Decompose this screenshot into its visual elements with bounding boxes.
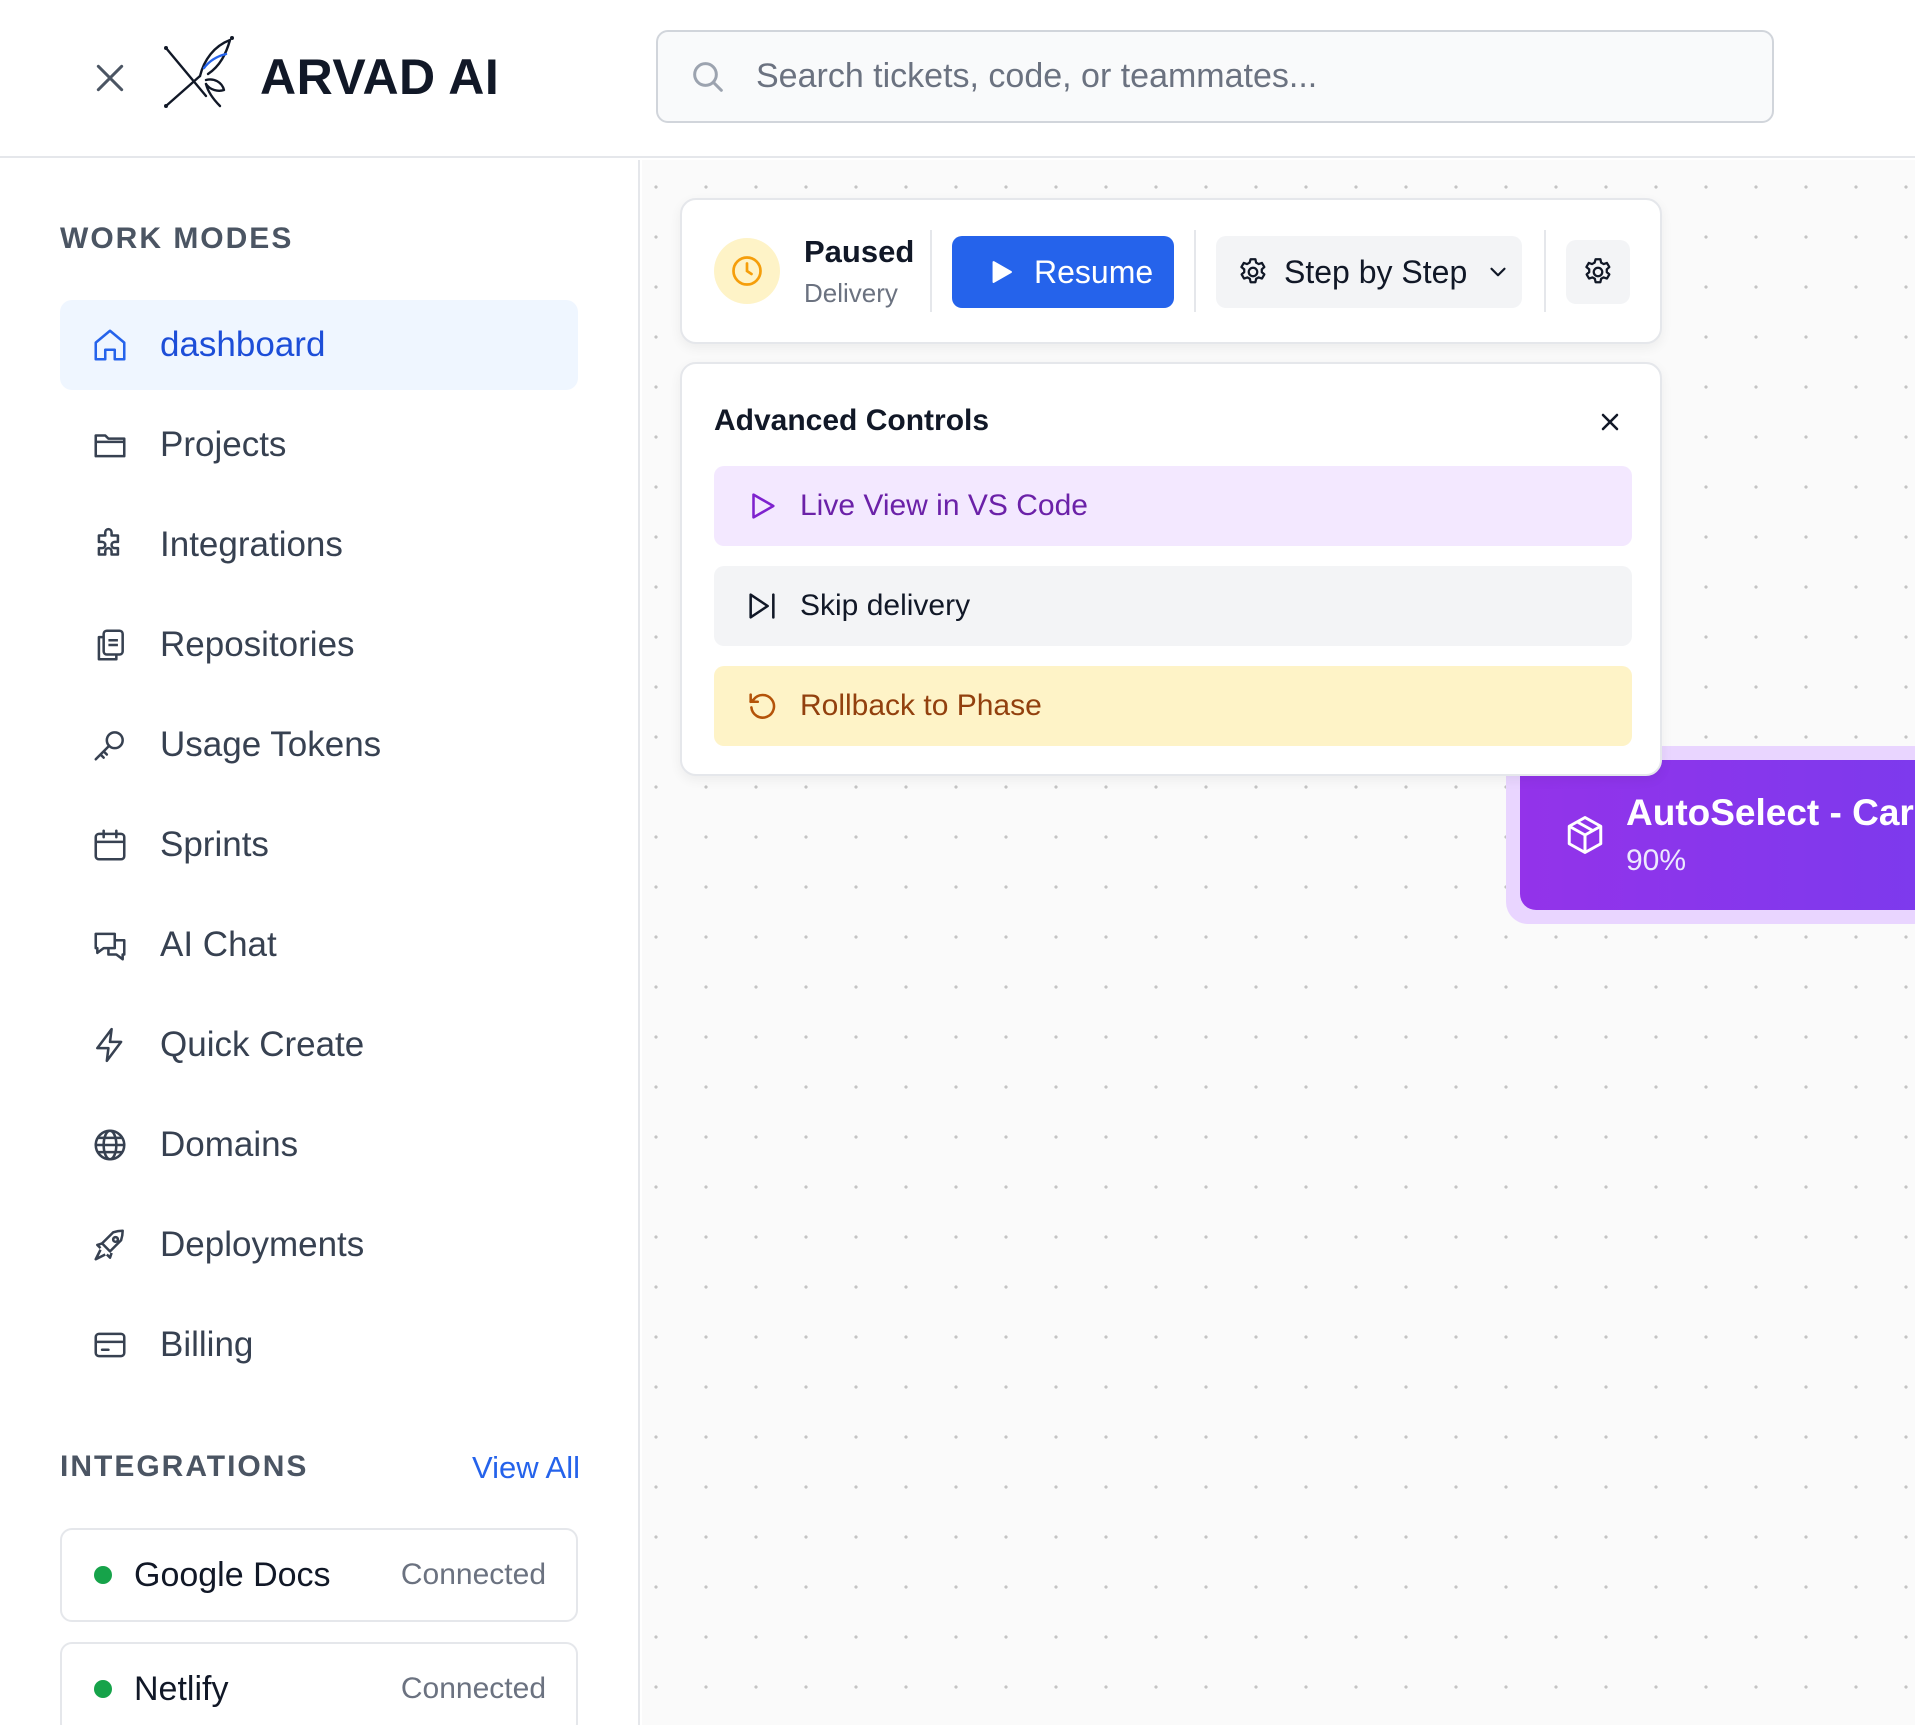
panel-title: Advanced Controls bbox=[714, 404, 990, 437]
chat-bubbles-icon bbox=[90, 925, 130, 965]
home-icon bbox=[90, 325, 130, 365]
execution-toolbar: Paused Delivery Resume Step by Step bbox=[680, 198, 1662, 344]
play-icon bbox=[992, 261, 1012, 283]
integration-status: Connected bbox=[400, 1672, 546, 1705]
sidebar-item-label: Repositories bbox=[160, 625, 355, 664]
skip-forward-icon bbox=[744, 588, 780, 624]
status-phase: Delivery bbox=[804, 278, 898, 308]
rollback-to-phase-button[interactable]: Rollback to Phase bbox=[714, 666, 1632, 746]
view-all-link[interactable]: View All bbox=[470, 1450, 580, 1486]
credit-card-icon bbox=[90, 1325, 130, 1365]
connected-status-dot bbox=[94, 1680, 112, 1698]
divider bbox=[930, 230, 932, 312]
sidebar-item-deployments[interactable]: Deployments bbox=[60, 1200, 578, 1290]
sidebar-item-label: Projects bbox=[160, 425, 287, 464]
calendar-icon bbox=[90, 825, 130, 865]
rollback-label: Rollback to Phase bbox=[800, 689, 1042, 722]
integration-status: Connected bbox=[400, 1558, 546, 1591]
integration-name: Netlify bbox=[134, 1669, 229, 1708]
search-input[interactable] bbox=[756, 57, 1756, 96]
top-header: ARVAD AI bbox=[0, 0, 1915, 158]
search-icon bbox=[693, 61, 723, 92]
integrations-title: INTEGRATIONS bbox=[60, 1450, 309, 1483]
sidebar-item-domains[interactable]: Domains bbox=[60, 1100, 578, 1190]
key-icon bbox=[90, 725, 130, 765]
work-modes-title: WORK MODES bbox=[60, 222, 294, 255]
sidebar-item-dashboard[interactable]: dashboard bbox=[60, 300, 578, 390]
integration-card-netlify[interactable]: Netlify Connected bbox=[60, 1642, 578, 1725]
sidebar-item-label: Domains bbox=[160, 1125, 299, 1164]
play-outline-icon bbox=[744, 488, 780, 524]
gear-icon bbox=[1585, 258, 1611, 284]
sidebar-item-ai-chat[interactable]: AI Chat bbox=[60, 900, 578, 990]
project-node[interactable]: AutoSelect - Car 90% bbox=[1520, 760, 1915, 910]
package-cube-icon bbox=[1567, 816, 1603, 854]
folder-icon bbox=[90, 425, 130, 465]
execution-mode-label: Step by Step bbox=[1284, 253, 1468, 290]
globe-icon bbox=[90, 1125, 130, 1165]
sidebar-item-sprints[interactable]: Sprints bbox=[60, 800, 578, 890]
brand-name: ARVAD AI bbox=[260, 49, 500, 105]
divider bbox=[1544, 230, 1546, 312]
node-title: AutoSelect - Car bbox=[1626, 792, 1914, 833]
skip-delivery-button[interactable]: Skip delivery bbox=[714, 566, 1632, 646]
integration-card-google-docs[interactable]: Google Docs Connected bbox=[60, 1528, 578, 1622]
sidebar-item-repositories[interactable]: Repositories bbox=[60, 600, 578, 690]
gear-icon bbox=[1240, 258, 1266, 284]
sidebar-item-label: Integrations bbox=[160, 525, 343, 564]
chevron-down-icon bbox=[1490, 267, 1506, 277]
node-progress: 90% bbox=[1626, 844, 1687, 877]
sidebar-item-label: Usage Tokens bbox=[160, 725, 382, 764]
live-view-label: Live View in VS Code bbox=[800, 489, 1088, 522]
close-icon[interactable] bbox=[1590, 402, 1630, 442]
sidebar-item-label: Deployments bbox=[160, 1225, 365, 1264]
sidebar-item-integrations[interactable]: Integrations bbox=[60, 500, 578, 590]
resume-button[interactable]: Resume bbox=[952, 236, 1174, 308]
sidebar-item-billing[interactable]: Billing bbox=[60, 1300, 578, 1390]
advanced-controls-panel: Advanced Controls Live View in VS Code S… bbox=[680, 362, 1662, 776]
sidebar-item-quick-create[interactable]: Quick Create bbox=[60, 1000, 578, 1090]
live-view-vscode-button[interactable]: Live View in VS Code bbox=[714, 466, 1632, 546]
rocket-icon bbox=[90, 1225, 130, 1265]
rotate-ccw-icon bbox=[744, 688, 780, 724]
sidebar-item-label: Sprints bbox=[160, 825, 269, 864]
settings-button[interactable] bbox=[1566, 240, 1630, 304]
divider bbox=[1194, 230, 1196, 312]
execution-mode-dropdown[interactable]: Step by Step bbox=[1216, 236, 1522, 308]
resume-label: Resume bbox=[1034, 253, 1154, 290]
sidebar-item-usage-tokens[interactable]: Usage Tokens bbox=[60, 700, 578, 790]
sidebar: WORK MODES dashboard Projects Integratio… bbox=[0, 160, 640, 1725]
skip-delivery-label: Skip delivery bbox=[800, 589, 971, 622]
search-bar[interactable] bbox=[656, 30, 1774, 123]
sidebar-item-label: dashboard bbox=[160, 325, 326, 364]
clipboard-copy-icon bbox=[90, 625, 130, 665]
connected-status-dot bbox=[94, 1566, 112, 1584]
butterfly-logo-icon bbox=[160, 34, 240, 114]
status-title: Paused bbox=[804, 234, 915, 269]
sidebar-item-projects[interactable]: Projects bbox=[60, 400, 578, 490]
puzzle-icon bbox=[90, 525, 130, 565]
lightning-icon bbox=[90, 1025, 130, 1065]
clock-icon bbox=[714, 238, 780, 304]
close-icon[interactable] bbox=[88, 56, 132, 100]
integration-name: Google Docs bbox=[134, 1555, 331, 1594]
sidebar-item-label: Quick Create bbox=[160, 1025, 365, 1064]
sidebar-item-label: AI Chat bbox=[160, 925, 277, 964]
sidebar-item-label: Billing bbox=[160, 1325, 254, 1364]
